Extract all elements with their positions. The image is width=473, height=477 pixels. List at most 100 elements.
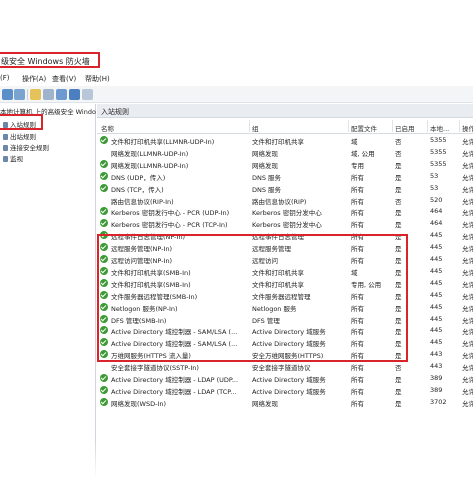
cell-action: 允许 [462,173,473,182]
cell-name: 网络发现(LLMNR-UDP-In) [111,149,189,158]
cell-port: 5355 [430,159,447,168]
cell-group: 文件和打印机共享 [252,138,304,146]
properties-icon[interactable] [82,89,93,100]
monitor-icon [3,156,8,162]
cell-port: 445 [430,278,443,287]
menu-bar: (F) 操作(A) 查看(V) 帮助(H) [0,72,473,86]
cell-active: 是 [395,209,402,218]
cell-action: 允许 [462,138,473,146]
export-icon[interactable] [56,89,67,100]
cell-action: 允许 [462,257,473,265]
column-action[interactable]: 操作 [462,123,473,133]
enabled-check-icon [100,397,108,406]
console-tree-icon[interactable] [43,89,54,100]
table-row[interactable]: Active Directory 域控制器 - LDAP (TCP... Acti… [97,384,473,396]
column-divider [249,120,250,132]
cell-port: 445 [430,243,443,252]
cell-action: 允许 [462,399,473,408]
cell-port: 445 [430,326,443,335]
menu-action[interactable]: 操作(A) [22,74,46,84]
cell-name: DNS (UDP，传入) [111,173,166,182]
column-local-port[interactable]: 本地... [430,123,449,133]
table-row[interactable]: 文件和打印机共享(LLMNR-UDP-In) 文件和打印机共享 域 否 5355 允许 [97,134,473,146]
cell-active: 是 [395,387,402,396]
table-row[interactable]: DNS (TCP，传入) DNS 服务 所有 是 53 允许 [97,182,473,194]
cell-action: 允许 [462,233,473,242]
cell-action: 允许 [462,280,473,289]
cell-active: 是 [395,161,402,170]
column-profile[interactable]: 配置文件 [351,123,377,133]
column-group[interactable]: 组 [252,123,259,133]
cell-action: 允许 [462,161,473,170]
toolbar-divider [27,89,28,100]
tree-item-outbound[interactable]: 出站规则 [3,131,36,141]
cell-name: 路由信息协议(RIP-In) [111,197,174,206]
table-row[interactable]: 网络发现(WSD-In) 网络发现 所有 是 3702 允许 [97,396,473,408]
tree-item-label: 出站规则 [10,133,36,141]
cell-group: 路由信息协议(RIP) [252,197,307,206]
cell-port: 445 [430,266,443,275]
cell-name: 安全套接字隧道协议(SSTP-In) [111,364,199,373]
enabled-check-icon [100,207,108,216]
cell-action: 允许 [462,364,473,373]
column-enabled[interactable]: 已启用 [395,123,415,133]
cell-active: 否 [395,138,402,146]
bottom-fade [0,440,473,477]
table-row[interactable]: Active Directory 域控制器 - LDAP (UDP... Acti… [97,372,473,384]
toolbar [0,86,473,103]
outbound-rules-icon [3,134,8,140]
column-name[interactable]: 名称 [101,123,114,133]
cell-profile: 域, 公用 [351,149,375,158]
cell-group: DNS 服务 [252,185,282,194]
enabled-check-icon [100,183,108,192]
cell-port: 443 [430,350,443,359]
cell-profile: 所有 [351,387,364,396]
tree-selection-highlight [0,114,43,130]
help-icon[interactable] [69,89,80,100]
back-icon[interactable] [2,89,13,100]
cell-port: 464 [430,219,443,228]
table-row[interactable]: 路由信息协议(RIP-In) 路由信息协议(RIP) 所有 否 520 允许 [97,194,473,206]
cell-profile: 所有 [351,221,364,230]
menu-view[interactable]: 查看(V) [52,74,76,84]
table-row[interactable]: Kerberos 密钥发行中心 - PCR (UDP-In) Kerberos 密… [97,205,473,217]
cell-port: 53 [430,171,439,180]
cell-active: 是 [395,173,402,182]
cell-active: 是 [395,399,402,408]
cell-group: Active Directory 域服务 [252,387,326,396]
table-row[interactable]: 网络发现(LLMNR-UDP-In) 网络发现 域, 公用 否 5355 允许 [97,146,473,158]
cell-action: 允许 [462,268,473,277]
cell-port: 445 [430,302,443,311]
cell-name: 网络发现(LLMNR-UDP-In) [111,161,189,170]
disabled-rule-icon [100,362,108,370]
cell-port: 53 [430,183,439,192]
cell-port: 445 [430,255,443,263]
cell-action: 允许 [462,352,473,361]
menu-file[interactable]: (F) [0,74,10,82]
cell-active: 否 [395,149,402,158]
table-row[interactable]: 网络发现(LLMNR-UDP-In) 网络发现 专用 是 5355 允许 [97,158,473,170]
forward-icon[interactable] [14,89,25,100]
enabled-check-icon [100,374,108,382]
tree-item-monitor[interactable]: 监视 [3,153,23,163]
cell-port: 445 [430,338,443,347]
cell-action: 允许 [462,221,473,230]
cell-profile: 所有 [351,197,364,206]
table-row[interactable]: DNS (UDP，传入) DNS 服务 所有 是 53 允许 [97,170,473,182]
cell-profile: 所有 [351,173,364,182]
cell-group: 网络发现 [252,149,278,158]
tree-item-label: 监视 [10,155,23,163]
cell-profile: 所有 [351,209,364,218]
cell-profile: 所有 [351,376,364,384]
cell-action: 允许 [462,376,473,384]
tree-item-connection-security[interactable]: 连接安全规则 [3,142,49,152]
menu-help[interactable]: 帮助(H) [85,74,110,84]
cell-port: 5355 [430,147,447,156]
table-row[interactable]: Kerberos 密钥发行中心 - PCR (TCP-In) Kerberos 密… [97,217,473,229]
cell-port: 445 [430,231,443,240]
disabled-rule-icon [100,196,108,204]
cell-profile: 专用 [351,161,364,170]
folder-icon[interactable] [30,89,41,100]
cell-profile: 所有 [351,399,364,408]
cell-action: 允许 [462,304,473,313]
